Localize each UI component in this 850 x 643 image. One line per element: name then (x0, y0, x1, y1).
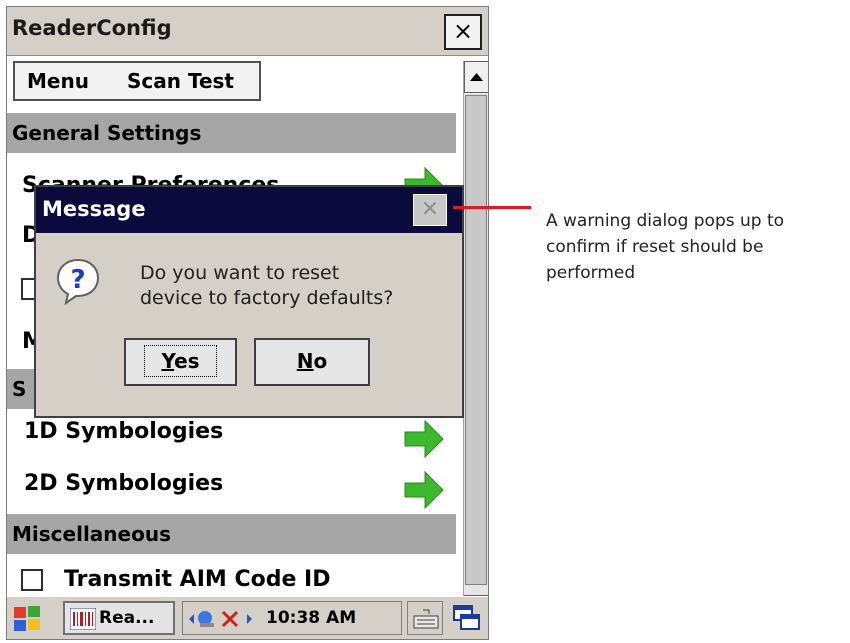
callout-line (453, 206, 531, 209)
dialog-message-line-2: device to factory defaults? (140, 287, 394, 309)
menu-menu[interactable]: Menu (27, 69, 89, 93)
section-symbologies-label: S (12, 377, 27, 401)
message-dialog: Message × ? Do you want to reset device … (34, 185, 464, 418)
menu-scan-test[interactable]: Scan Test (127, 69, 234, 93)
no-mnemonic: N (296, 349, 314, 373)
dialog-message: Do you want to reset device to factory d… (140, 261, 440, 311)
window-title: ReaderConfig (12, 16, 172, 40)
taskbar: Rea... 10:38 AM (7, 596, 488, 639)
yes-mnemonic: Y (161, 349, 175, 373)
svg-text:?: ? (70, 265, 85, 295)
barcode-icon (70, 608, 96, 630)
yes-label-rest: es (174, 349, 200, 373)
transmit-aim-label: Transmit AIM Code ID (64, 567, 331, 592)
taskbar-app-label: Rea... (99, 608, 155, 628)
windows-start-icon[interactable] (10, 603, 46, 635)
menubar: Menu Scan Test (13, 61, 261, 101)
taskbar-app-button[interactable]: Rea... (63, 601, 175, 635)
tray-icons[interactable] (187, 608, 261, 630)
dialog-titlebar: Message × (36, 187, 462, 233)
keyboard-icon (413, 609, 439, 629)
no-label-rest: o (313, 349, 328, 373)
tray-right-arrow-icon (247, 614, 252, 624)
tray-left-arrow-icon (189, 614, 194, 624)
window-switcher-icon[interactable] (451, 603, 481, 633)
window-titlebar: ReaderConfig × (7, 7, 488, 56)
arrow-right-icon[interactable] (403, 469, 445, 511)
dialog-message-line-1: Do you want to reset (140, 262, 340, 284)
transmit-aim-checkbox[interactable] (21, 569, 43, 591)
no-button[interactable]: No (254, 338, 370, 386)
scroll-thumb[interactable] (465, 95, 487, 585)
clock-time[interactable]: 10:38 AM (266, 608, 356, 628)
dialog-close-button[interactable]: × (413, 194, 447, 226)
yes-button-focus: Yes (144, 345, 217, 377)
section-general-label: General Settings (12, 121, 202, 145)
keyboard-button[interactable] (407, 601, 443, 635)
window-close-button[interactable]: × (444, 14, 482, 50)
yes-button[interactable]: Yes (124, 338, 237, 386)
dialog-title: Message (42, 197, 146, 221)
triangle-up-icon (470, 73, 483, 81)
row-2d-symbologies[interactable]: 2D Symbologies (24, 471, 223, 496)
scroll-up-button[interactable] (464, 61, 488, 93)
section-general-settings: General Settings (7, 113, 456, 153)
network-globe-icon (198, 611, 212, 625)
vertical-scrollbar[interactable] (463, 61, 488, 627)
system-tray: 10:38 AM (182, 601, 402, 635)
device-screen: ReaderConfig × Menu Scan Test General Se… (6, 6, 489, 640)
arrow-right-icon[interactable] (403, 418, 445, 460)
section-misc-label: Miscellaneous (12, 522, 171, 546)
question-icon: ? (56, 258, 100, 305)
callout-text: A warning dialog pops up to confirm if r… (546, 211, 785, 283)
section-miscellaneous: Miscellaneous (7, 514, 456, 554)
row-1d-symbologies[interactable]: 1D Symbologies (24, 419, 223, 444)
